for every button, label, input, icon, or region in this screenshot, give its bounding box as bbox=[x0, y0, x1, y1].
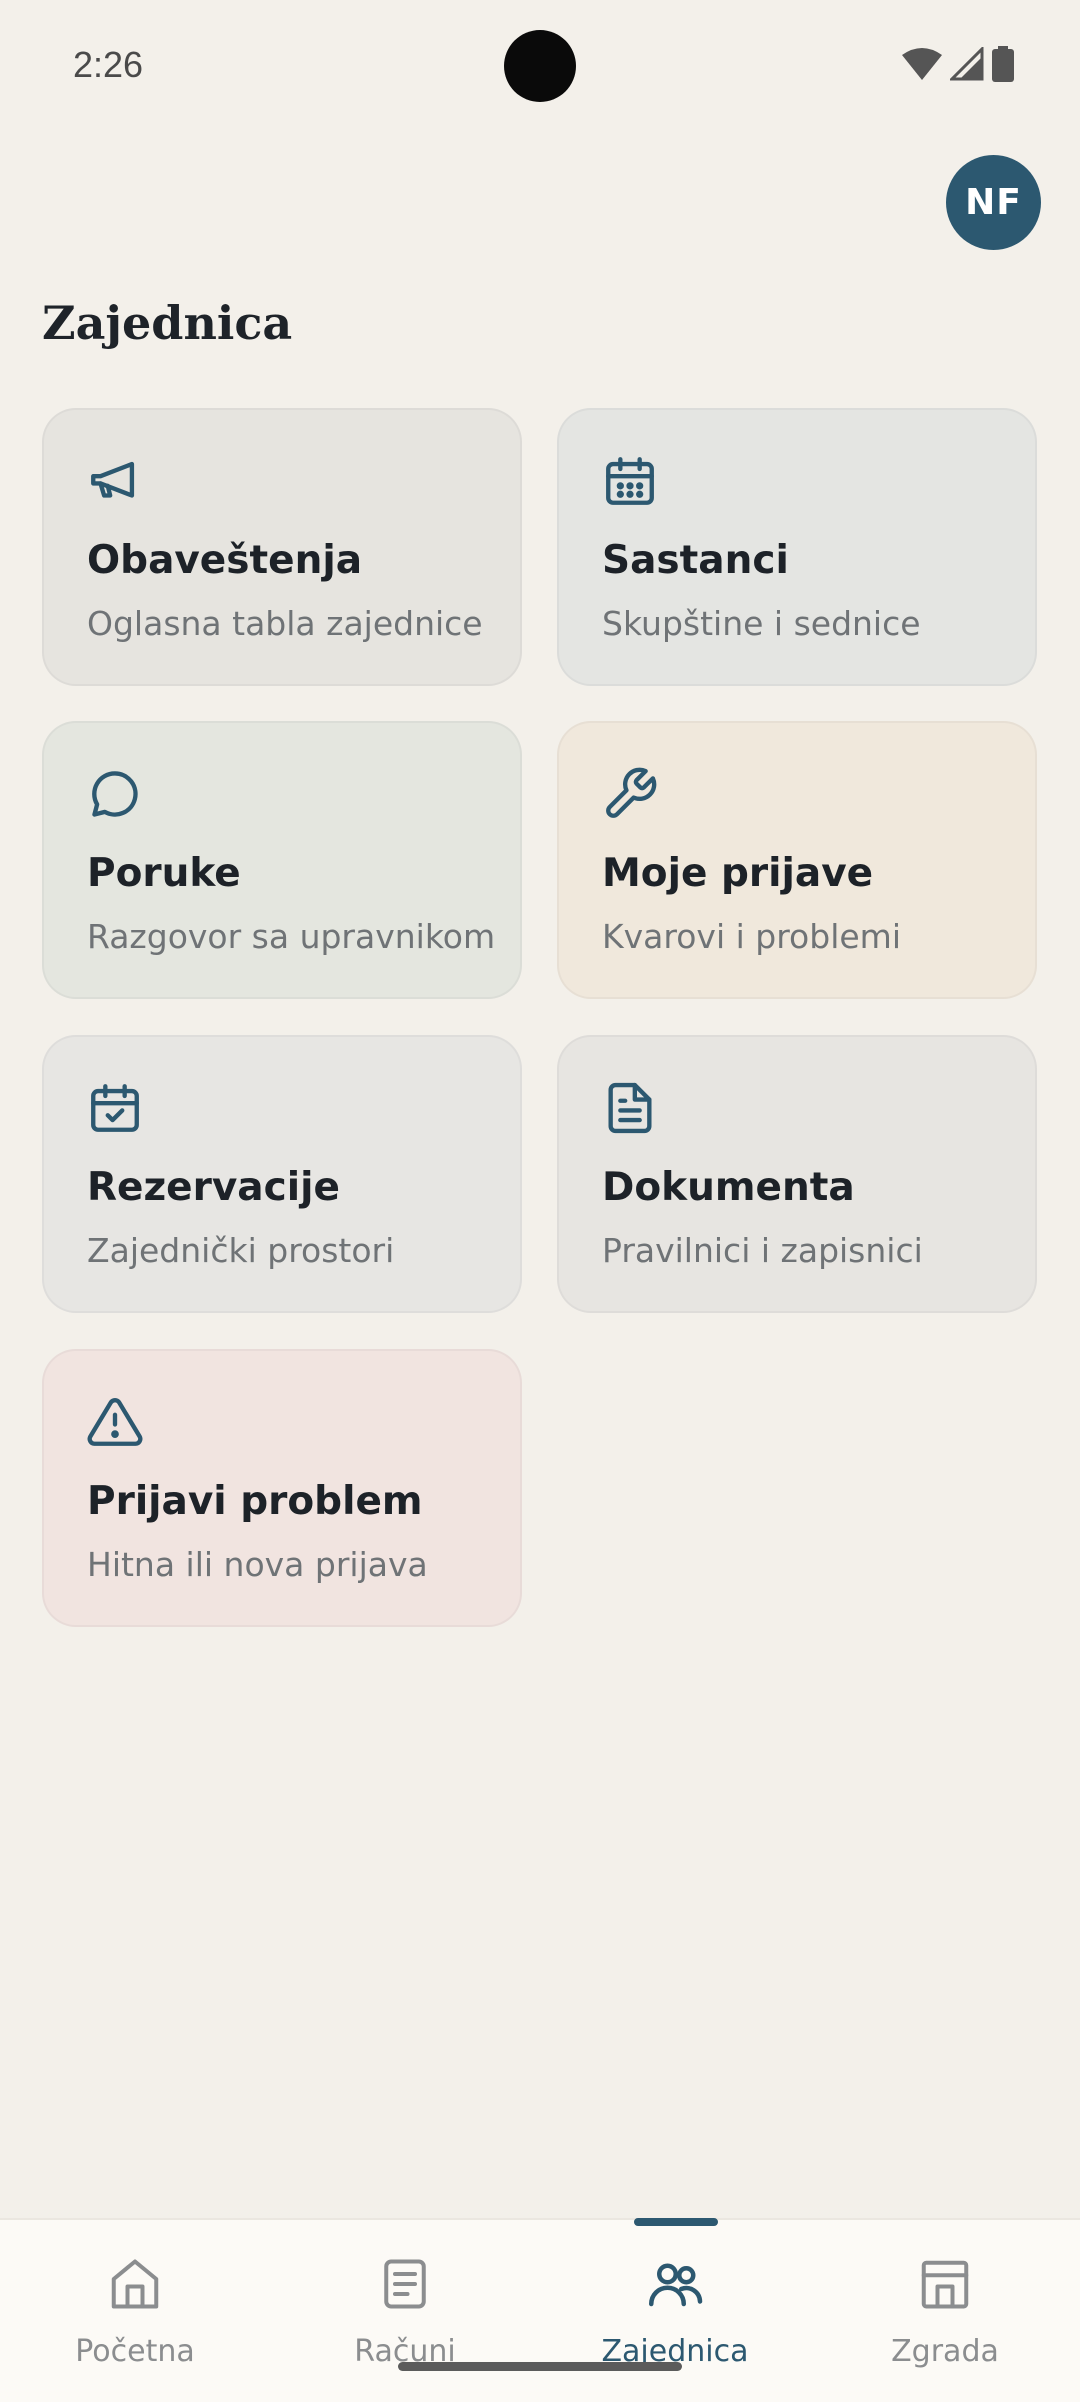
cell-signal-icon bbox=[950, 47, 984, 81]
document-icon bbox=[608, 1082, 652, 1134]
wrench-icon bbox=[606, 767, 657, 818]
card-title: Moje prijave bbox=[602, 851, 874, 896]
card-title: Prijavi problem bbox=[87, 1479, 423, 1524]
card-subtitle: Skupštine i sednice bbox=[602, 604, 921, 643]
card-prijavi-problem[interactable]: Prijavi problem Hitna ili nova prijava bbox=[42, 1349, 522, 1627]
home-icon bbox=[111, 2259, 159, 2309]
card-moje-prijave[interactable]: Moje prijave Kvarovi i problemi bbox=[557, 721, 1037, 999]
card-rezervacije[interactable]: Rezervacije Zajednički prostori bbox=[42, 1035, 522, 1313]
card-subtitle: Hitna ili nova prijava bbox=[87, 1545, 428, 1584]
user-avatar[interactable]: NF bbox=[946, 155, 1041, 250]
avatar-initials: NF bbox=[965, 182, 1022, 223]
status-bar: 2:26 bbox=[0, 0, 1080, 130]
card-title: Dokumenta bbox=[602, 1165, 855, 1210]
calendar-check-icon bbox=[91, 1084, 139, 1132]
megaphone-icon bbox=[91, 461, 135, 498]
nav-label: Početna bbox=[75, 2334, 195, 2369]
card-subtitle: Pravilnici i zapisnici bbox=[602, 1231, 923, 1270]
status-time: 2:26 bbox=[73, 44, 144, 85]
nav-item-zajednica[interactable]: Zajednica bbox=[540, 2220, 810, 2402]
nav-item-racuni[interactable]: Računi bbox=[270, 2220, 540, 2402]
chat-bubble-icon bbox=[92, 771, 138, 817]
building-icon bbox=[921, 2260, 969, 2309]
gesture-handle[interactable] bbox=[398, 2362, 682, 2371]
battery-icon bbox=[992, 46, 1014, 82]
calendar-icon bbox=[606, 457, 654, 505]
wifi-icon bbox=[902, 48, 942, 80]
camera-cutout bbox=[504, 30, 576, 102]
warning-icon bbox=[87, 1397, 143, 1446]
page-title: Zajednica bbox=[42, 296, 293, 350]
card-obavestenja[interactable]: Obaveštenja Oglasna tabla zajednice bbox=[42, 408, 522, 686]
card-subtitle: Razgovor sa upravnikom bbox=[87, 917, 496, 956]
receipt-icon bbox=[384, 2259, 426, 2309]
card-dokumenta[interactable]: Dokumenta Pravilnici i zapisnici bbox=[557, 1035, 1037, 1313]
card-sastanci[interactable]: Sastanci Skupštine i sednice bbox=[557, 408, 1037, 686]
nav-item-pocetna[interactable]: Početna bbox=[0, 2220, 270, 2402]
nav-item-zgrada[interactable]: Zgrada bbox=[810, 2220, 1080, 2402]
card-title: Sastanci bbox=[602, 538, 789, 583]
card-title: Rezervacije bbox=[87, 1165, 340, 1210]
people-icon bbox=[649, 2263, 703, 2307]
card-subtitle: Zajednički prostori bbox=[87, 1231, 395, 1270]
bottom-navigation: Početna Računi Zajednica Zgrada bbox=[0, 2218, 1080, 2402]
card-subtitle: Kvarovi i problemi bbox=[602, 917, 901, 956]
card-subtitle: Oglasna tabla zajednice bbox=[87, 604, 483, 643]
card-title: Obaveštenja bbox=[87, 538, 363, 583]
status-icons bbox=[902, 46, 1014, 82]
card-title: Poruke bbox=[87, 851, 241, 896]
card-poruke[interactable]: Poruke Razgovor sa upravnikom bbox=[42, 721, 522, 999]
nav-label: Zgrada bbox=[891, 2334, 999, 2369]
